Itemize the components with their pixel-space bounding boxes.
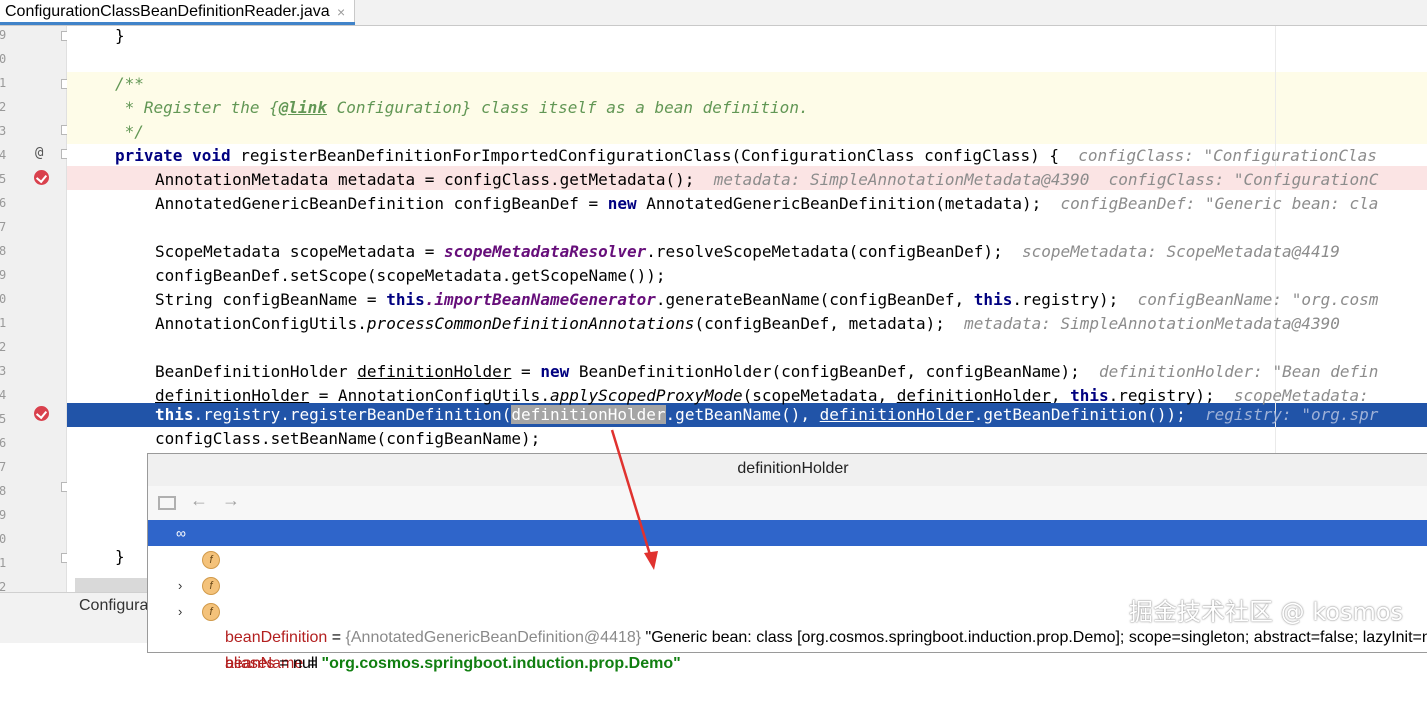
- popup-toolbar: [148, 486, 1427, 520]
- line-number: 1: [0, 76, 7, 90]
- tree-row-beanDefinition[interactable]: › f beanDefinition = {AnnotatedGenericBe…: [148, 547, 1427, 646]
- breakpoint-icon[interactable]: [34, 170, 49, 185]
- breakpoint-icon[interactable]: [34, 406, 49, 421]
- code-line: AnnotationConfigUtils.processCommonDefin…: [155, 314, 1340, 333]
- editor-tab-bar: ConfigurationClassBeanDefinitionReader.j…: [0, 0, 1427, 26]
- forward-arrow-icon[interactable]: →: [222, 490, 240, 511]
- override-at-icon[interactable]: @: [35, 145, 43, 161]
- open-in-window-icon[interactable]: [158, 496, 176, 510]
- close-tab-icon[interactable]: ×: [337, 0, 345, 24]
- inline-debug-value: metadata: SimpleAnnotationMetadata@4390: [964, 314, 1340, 333]
- line-number: 7: [0, 460, 7, 474]
- code-line: AnnotatedGenericBeanDefinition configBea…: [155, 194, 1379, 213]
- field-f-icon: f: [202, 551, 220, 569]
- back-arrow-icon[interactable]: ←: [190, 490, 208, 511]
- inline-debug-value: scopeMetadata: ScopeMetadata@4419: [1021, 242, 1340, 261]
- line-number: 0: [0, 52, 7, 66]
- line-number: 4: [0, 388, 7, 402]
- editor-gutter[interactable]: 9 0 1 2 3 4 5 6 7 8 9 0 1 2 3 4 5 6 7 8 …: [0, 26, 70, 594]
- file-tab-title: ConfigurationClassBeanDefinitionReader.j…: [5, 3, 330, 20]
- line-number: 2: [0, 340, 7, 354]
- code-line: ScopeMetadata scopeMetadata = scopeMetad…: [155, 242, 1340, 261]
- inline-debug-value: definitionHolder: "Bean defin: [1099, 362, 1379, 381]
- line-number: 7: [0, 220, 7, 234]
- field-f-icon: f: [202, 603, 220, 621]
- line-number: 9: [0, 28, 7, 42]
- line-number: 8: [0, 244, 7, 258]
- code-line: private void registerBeanDefinitionForIm…: [115, 146, 1377, 165]
- file-tab[interactable]: ConfigurationClassBeanDefinitionReader.j…: [0, 0, 355, 25]
- line-number: 3: [0, 364, 7, 378]
- tree-row-definitionHolder[interactable]: ▾ ∞ definitionHolder = {BeanDefinitionHo…: [148, 520, 1427, 619]
- line-number: 3: [0, 124, 7, 138]
- code-line: }: [115, 26, 125, 45]
- hovered-symbol[interactable]: definitionHolder: [511, 405, 666, 424]
- line-number: 8: [0, 484, 7, 498]
- line-number: 4: [0, 148, 7, 162]
- bottom-tab-label[interactable]: Configura: [79, 597, 148, 615]
- code-line: */: [115, 122, 144, 141]
- inline-debug-value: configClass: "ConfigurationClas: [1078, 146, 1377, 165]
- watermark: 掘金技术社区 @ kosmos: [1129, 598, 1404, 626]
- popup-title: definitionHolder: [148, 454, 1427, 486]
- line-number: 1: [0, 556, 7, 570]
- inline-debug-value: metadata: SimpleAnnotationMetadata@4390 …: [713, 170, 1379, 189]
- code-line: configClass.setBeanName(configBeanName);: [155, 429, 541, 448]
- object-oo-icon: ∞: [176, 525, 186, 541]
- inline-debug-value: registry: "org.spr: [1204, 405, 1379, 424]
- line-number: 1: [0, 316, 7, 330]
- line-number: 2: [0, 100, 7, 114]
- line-number: 9: [0, 508, 7, 522]
- inline-debug-value: configBeanName: "org.cosm: [1137, 290, 1379, 309]
- code-line: String configBeanName = this.importBeanN…: [155, 290, 1379, 309]
- line-number: 5: [0, 172, 7, 186]
- line-number: 0: [0, 532, 7, 546]
- line-number: 0: [0, 292, 7, 306]
- active-tab-indicator: [0, 22, 355, 25]
- line-number: 6: [0, 436, 7, 450]
- field-f-icon: f: [202, 577, 220, 595]
- inline-debug-value: configBeanDef: "Generic bean: cla: [1060, 194, 1379, 213]
- code-line: configBeanDef.setScope(scopeMetadata.get…: [155, 266, 666, 285]
- code-line: BeanDefinitionHolder definitionHolder = …: [155, 362, 1379, 381]
- code-line: * Register the {@link Configuration} cla…: [115, 98, 809, 117]
- code-line: /**: [115, 74, 144, 93]
- current-execution-line: this.registry.registerBeanDefinition(def…: [155, 405, 1379, 424]
- code-line: AnnotationMetadata metadata = configClas…: [155, 170, 1379, 189]
- code-line: }: [115, 547, 125, 566]
- horizontal-scrollbar[interactable]: [75, 578, 155, 592]
- line-number: 6: [0, 196, 7, 210]
- line-number: 9: [0, 268, 7, 282]
- line-number: 5: [0, 412, 7, 426]
